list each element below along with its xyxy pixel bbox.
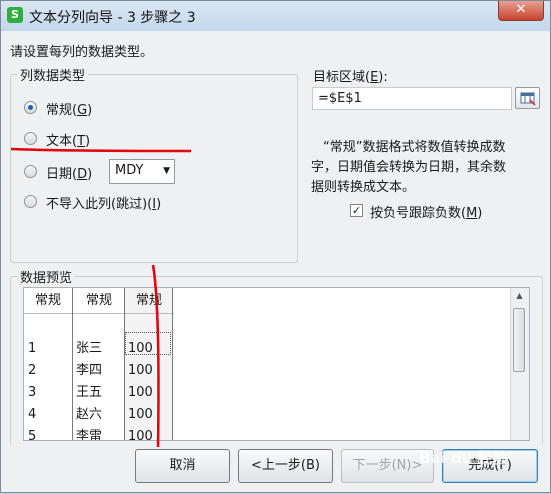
range-picker-button[interactable] — [515, 87, 540, 109]
scroll-thumb[interactable] — [513, 308, 525, 372]
label-text: 文本( — [46, 134, 78, 149]
date-format-select[interactable]: MDY ▼ — [109, 159, 175, 184]
preview-cell: 100 — [128, 407, 153, 422]
title-bar[interactable]: S 文本分列向导 - 3 步骤之 3 ✕ — [1, 1, 550, 31]
preview-table[interactable]: 常规 常规 常规 1 张三 100 2 李四 100 3 王五 100 4 赵六… — [23, 287, 530, 441]
negative-checkbox-label[interactable]: 按负号跟踪负数(M) — [370, 202, 482, 221]
label-text: ) — [85, 134, 91, 149]
preview-cell: 王五 — [76, 385, 103, 400]
label-text: 目标区域( — [313, 70, 371, 85]
preview-cell: 4 — [28, 407, 37, 422]
accelerator-key: M — [466, 206, 478, 221]
radio-text[interactable] — [24, 132, 37, 145]
description-line-2: 字，日期值会转换为日期，其余数 — [311, 160, 507, 175]
label-text: 日期( — [46, 167, 78, 182]
target-label: 目标区域(E): — [313, 66, 388, 85]
label-text: ) — [87, 103, 93, 118]
preview-cell: 5 — [28, 429, 37, 441]
description-line-3: 据则转换成文本。 — [311, 180, 416, 195]
preview-cell: 100 — [128, 341, 153, 356]
preview-cell: 100 — [128, 363, 153, 378]
dialog-window: S 文本分列向导 - 3 步骤之 3 ✕ 请设置每列的数据类型。 列数据类型 常… — [0, 0, 551, 493]
preview-cell: 赵六 — [76, 407, 103, 422]
column-separator — [72, 288, 73, 440]
header-divider — [24, 313, 174, 314]
label-text: ) — [156, 197, 162, 212]
window-title: 文本分列向导 - 3 步骤之 3 — [29, 10, 196, 26]
accelerator-key: T — [77, 134, 86, 149]
preview-cell: 李四 — [76, 363, 103, 378]
scroll-up-icon[interactable]: ▲ — [513, 291, 526, 303]
chevron-down-icon: ▼ — [163, 166, 170, 176]
watermark-logo: Bai du 经验 — [419, 449, 508, 467]
preview-cell: 1 — [28, 341, 37, 356]
target-input[interactable]: =$E$1 — [312, 87, 512, 110]
label-text: 常规( — [46, 103, 78, 118]
preview-cell: 100 — [128, 429, 153, 441]
label-text: 按负号跟踪负数( — [370, 206, 467, 221]
preview-cell: 李雷 — [76, 429, 103, 441]
target-input-value: =$E$1 — [318, 91, 362, 106]
instruction-text: 请设置每列的数据类型。 — [10, 45, 154, 60]
radio-general-label[interactable]: 常规(G) — [46, 99, 92, 118]
range-picker-icon — [520, 92, 536, 106]
close-button[interactable]: ✕ — [498, 1, 544, 21]
radio-date-label[interactable]: 日期(D) — [46, 163, 92, 182]
preview-cell: 张三 — [76, 341, 103, 356]
radio-text-label[interactable]: 文本(T) — [46, 130, 90, 149]
app-icon: S — [7, 7, 23, 23]
accelerator-key: D — [77, 167, 88, 182]
label-text: ): — [378, 70, 388, 85]
back-button[interactable]: <上一步(B) — [238, 449, 333, 483]
column-separator — [124, 288, 125, 440]
accelerator-key: G — [77, 103, 88, 118]
column-type-legend: 列数据类型 — [17, 65, 89, 84]
label-text: 不导入此列(跳过)( — [46, 197, 153, 212]
label-text: ) — [87, 167, 93, 182]
preview-cell: 100 — [128, 385, 153, 400]
radio-skip[interactable] — [24, 195, 37, 208]
negative-checkbox[interactable]: ✓ — [350, 204, 363, 217]
label-text: ) — [477, 206, 483, 221]
preview-legend: 数据预览 — [17, 267, 76, 286]
col-header-1[interactable]: 常规 — [24, 288, 72, 313]
preview-cell: 3 — [28, 385, 37, 400]
radio-skip-label[interactable]: 不导入此列(跳过)(I) — [46, 193, 161, 212]
radio-date[interactable] — [24, 165, 37, 178]
column-separator — [172, 288, 173, 440]
radio-general[interactable] — [24, 101, 37, 114]
col-header-3[interactable]: 常规 — [126, 288, 172, 313]
date-format-value: MDY — [115, 163, 144, 178]
preview-cell: 2 — [28, 363, 37, 378]
description-line-1: “常规”数据格式将数值转换成数 — [323, 140, 506, 155]
col-header-2[interactable]: 常规 — [74, 288, 124, 313]
preview-scrollbar[interactable]: ▲ — [510, 288, 529, 440]
cancel-button[interactable]: 取消 — [135, 449, 230, 483]
